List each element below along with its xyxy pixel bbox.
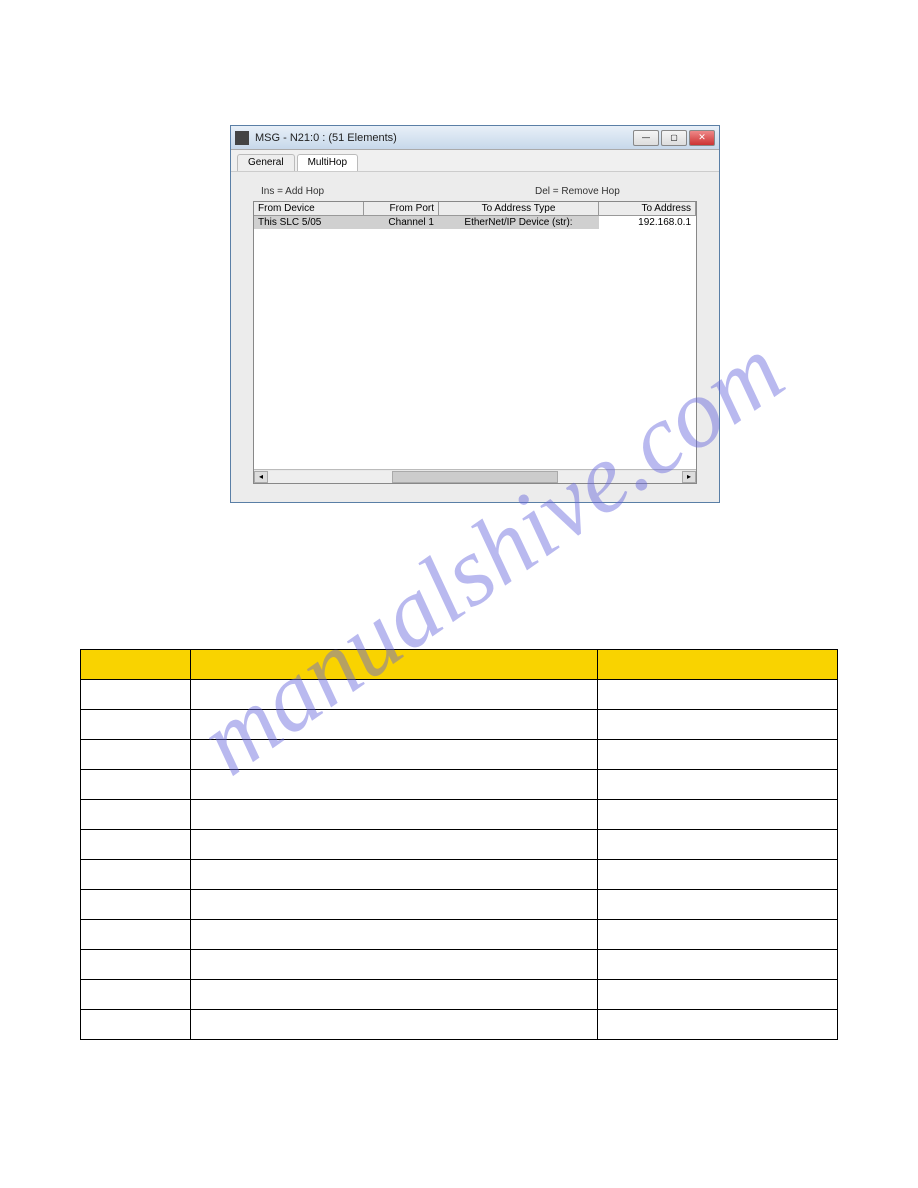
header-col-c [598,650,838,680]
cell-a [81,770,191,800]
cell-a [81,980,191,1010]
grid-header: From Device From Port To Address Type To… [254,202,696,216]
cell-c [598,680,838,710]
cell-b [190,890,597,920]
hint-row: Ins = Add Hop Del = Remove Hop [253,186,697,197]
cell-c [598,1010,838,1040]
cell-a [81,680,191,710]
window-controls [633,130,715,146]
multihop-grid[interactable]: From Device From Port To Address Type To… [253,201,697,484]
cell-c [598,860,838,890]
cell-c [598,950,838,980]
cell-a [81,890,191,920]
window-title: MSG - N21:0 : (51 Elements) [255,132,633,144]
cell-from-port: Channel 1 [364,216,439,229]
table-row [81,710,838,740]
tab-row: General MultiHop [231,150,719,172]
close-button[interactable] [689,130,715,146]
tab-general[interactable]: General [237,154,295,171]
cell-a [81,800,191,830]
scroll-right-button[interactable]: ▸ [682,471,696,483]
cell-a [81,830,191,860]
cell-b [190,740,597,770]
cell-b [190,830,597,860]
table-row [81,1010,838,1040]
cell-b [190,980,597,1010]
cell-to-addr[interactable]: 192.168.0.1 [599,216,696,229]
cell-c [598,830,838,860]
cell-a [81,740,191,770]
horizontal-scrollbar[interactable]: ◂ ▸ [254,469,696,483]
cell-from-device: This SLC 5/05 [254,216,364,229]
table-row [81,770,838,800]
cell-b [190,1010,597,1040]
scroll-left-button[interactable]: ◂ [254,471,268,483]
table-row [81,890,838,920]
cell-b [190,860,597,890]
app-icon [235,131,249,145]
cell-b [190,920,597,950]
cell-b [190,800,597,830]
titlebar[interactable]: MSG - N21:0 : (51 Elements) [231,126,719,150]
cell-c [598,920,838,950]
col-from-port[interactable]: From Port [364,202,439,215]
cell-a [81,950,191,980]
table-row [81,950,838,980]
table-header-row [81,650,838,680]
maximize-button[interactable] [661,130,687,146]
data-table [80,649,838,1040]
cell-c [598,800,838,830]
grid-empty-area [254,229,696,469]
hint-remove: Del = Remove Hop [415,186,689,197]
cell-c [598,980,838,1010]
cell-c [598,770,838,800]
tab-multihop[interactable]: MultiHop [297,154,358,171]
table-row [81,740,838,770]
table-row [81,830,838,860]
cell-to-addr-type: EtherNet/IP Device (str): [439,216,599,229]
table-row [81,920,838,950]
dialog-body: Ins = Add Hop Del = Remove Hop From Devi… [231,172,719,502]
table-row [81,800,838,830]
cell-c [598,710,838,740]
cell-b [190,710,597,740]
cell-a [81,710,191,740]
cell-b [190,680,597,710]
table-row [81,860,838,890]
hint-add: Ins = Add Hop [261,186,415,197]
cell-b [190,950,597,980]
cell-a [81,1010,191,1040]
scroll-thumb[interactable] [392,471,558,483]
minimize-button[interactable] [633,130,659,146]
cell-c [598,890,838,920]
scroll-track[interactable] [268,471,682,483]
table-row[interactable]: This SLC 5/05 Channel 1 EtherNet/IP Devi… [254,216,696,229]
col-to-addr[interactable]: To Address [599,202,696,215]
col-from-device[interactable]: From Device [254,202,364,215]
cell-b [190,770,597,800]
cell-a [81,920,191,950]
cell-c [598,740,838,770]
msg-dialog: MSG - N21:0 : (51 Elements) General Mult… [230,125,720,503]
header-col-b [190,650,597,680]
table-row [81,980,838,1010]
cell-a [81,860,191,890]
col-to-addr-type[interactable]: To Address Type [439,202,599,215]
table-row [81,680,838,710]
header-col-a [81,650,191,680]
